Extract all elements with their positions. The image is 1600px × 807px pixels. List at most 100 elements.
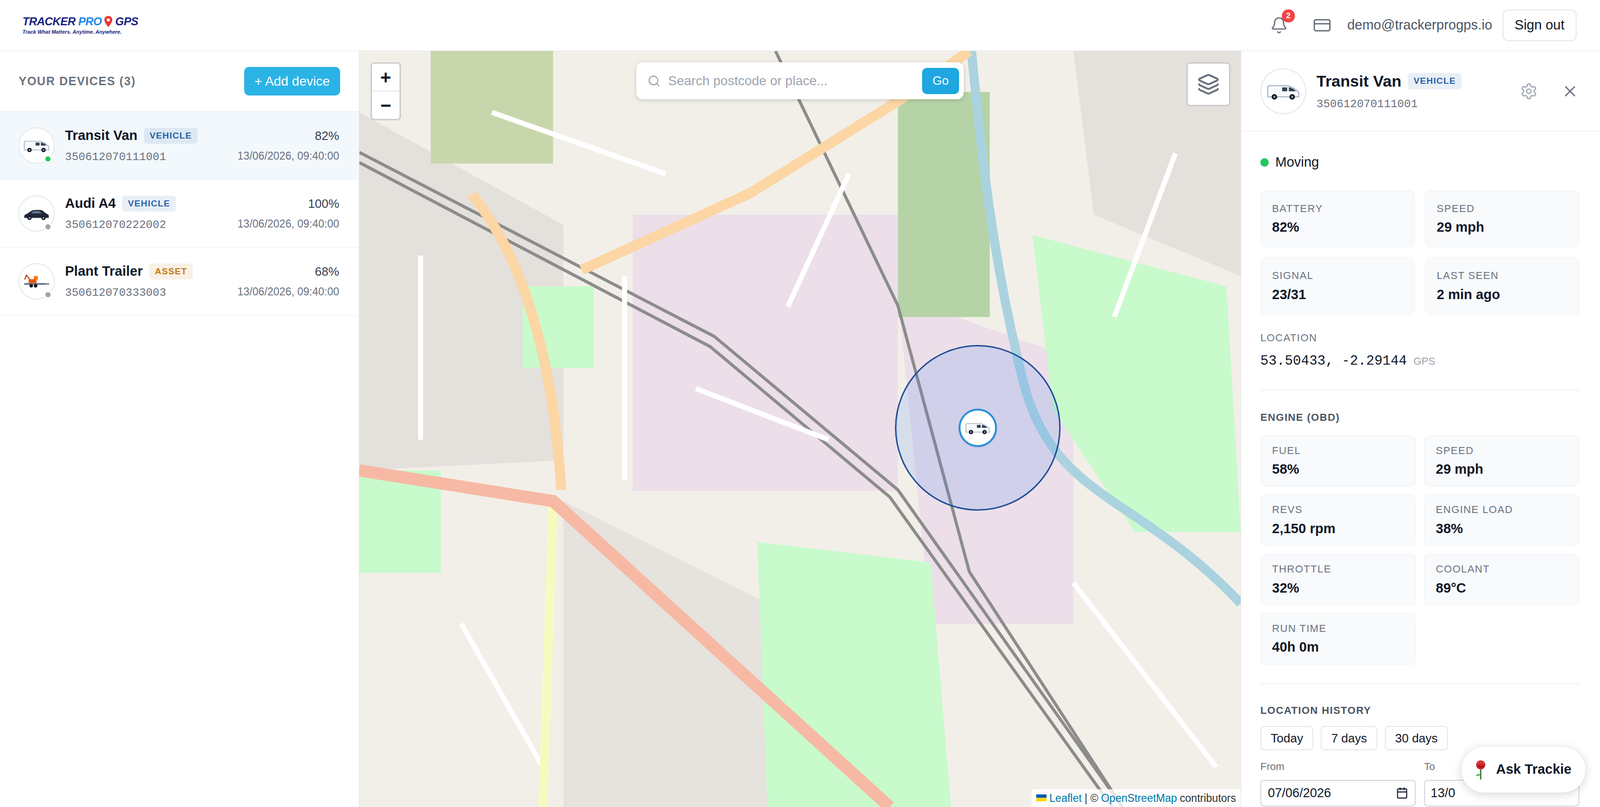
engine-title: ENGINE (OBD) xyxy=(1260,410,1580,424)
search-icon xyxy=(647,74,661,88)
trailer-icon xyxy=(22,271,51,291)
car-icon xyxy=(22,203,51,223)
device-row[interactable]: Plant TrailerASSET35061207033300368%13/0… xyxy=(0,247,359,316)
stat-label: BATTERY xyxy=(1272,202,1404,216)
settings-button[interactable] xyxy=(1515,78,1542,105)
search-go-button[interactable]: Go xyxy=(922,67,960,95)
close-button[interactable] xyxy=(1556,78,1584,105)
range-button[interactable]: 7 days xyxy=(1320,725,1378,750)
device-imei: 350612070222002 xyxy=(65,216,228,234)
vehicle-marker[interactable] xyxy=(958,408,997,447)
billing-button[interactable] xyxy=(1309,12,1336,39)
stat-label: THROTTLE xyxy=(1272,562,1404,576)
range-button[interactable]: Today xyxy=(1260,725,1314,750)
add-device-button[interactable]: + Add device xyxy=(244,66,341,96)
device-battery: 82% xyxy=(237,126,340,146)
rose-icon xyxy=(1472,758,1489,780)
device-status: Moving xyxy=(1260,152,1580,173)
sign-out-button[interactable]: Sign out xyxy=(1502,9,1577,42)
zoom-in-button[interactable]: + xyxy=(371,63,400,92)
device-name: Transit Van xyxy=(1316,69,1402,94)
osm-link[interactable]: OpenStreetMap xyxy=(1100,789,1177,807)
stat-value: 2 min ago xyxy=(1436,285,1568,303)
stat-card: THROTTLE 32% xyxy=(1260,553,1416,605)
logo[interactable]: TRACKERPROGPSTrack What Matters. Anytime… xyxy=(22,15,139,35)
notifications-button[interactable]: 2 xyxy=(1265,12,1293,39)
stat-label: RUN TIME xyxy=(1272,621,1404,635)
van-icon xyxy=(22,136,51,155)
device-avatar xyxy=(1260,68,1307,115)
device-row[interactable]: Transit VanVEHICLE35061207011100182%13/0… xyxy=(0,111,359,180)
device-battery: 100% xyxy=(237,194,340,213)
stat-card: COOLANT89°C xyxy=(1424,553,1580,605)
from-date-input[interactable]: 07/06/2026 xyxy=(1260,779,1416,807)
stat-card: RUN TIME 40h 0m xyxy=(1260,612,1416,665)
stat-value: 40h 0m xyxy=(1272,638,1404,655)
stat-label: SIGNAL xyxy=(1272,269,1404,283)
layers-icon xyxy=(1197,72,1220,96)
device-avatar xyxy=(18,262,55,300)
stat-value: 23/31 xyxy=(1272,285,1404,303)
calendar-icon xyxy=(1396,786,1409,799)
device-imei: 350612070333003 xyxy=(65,284,228,302)
stat-label: REVS xyxy=(1272,502,1404,517)
stat-card: ENGINE LOAD 38% xyxy=(1424,494,1580,546)
stat-label: SPEED xyxy=(1436,202,1568,216)
device-name: Audi A4 xyxy=(65,193,116,214)
stat-value: 2,150 rpm xyxy=(1272,519,1404,537)
stat-label: LAST SEEN xyxy=(1436,269,1568,283)
zoom-out-button[interactable]: − xyxy=(371,91,400,119)
location-label: LOCATION xyxy=(1260,331,1580,345)
layers-button[interactable] xyxy=(1186,62,1231,107)
map-search: Search postcode or place... Go xyxy=(636,62,964,100)
divider xyxy=(1260,389,1580,391)
flag-icon xyxy=(1036,793,1047,801)
stat-card: SPEED 29 mph xyxy=(1425,190,1580,248)
search-input[interactable]: Search postcode or place... xyxy=(668,71,915,91)
stat-card: LAST SEEN 2 min ago xyxy=(1425,257,1580,315)
devices-title: YOUR DEVICES (3) xyxy=(18,72,136,91)
divider xyxy=(1260,683,1580,684)
device-name: Plant Trailer xyxy=(65,261,143,282)
device-sidebar: YOUR DEVICES (3) + Add device Transit VanV… xyxy=(0,50,360,807)
status-dot xyxy=(43,154,52,163)
leaflet-link[interactable]: Leaflet xyxy=(1049,789,1082,807)
history-title: LOCATION HISTORY xyxy=(1260,703,1580,717)
device-row[interactable]: Audi A4 VEHICLE 350612070222002 100% 13/06/2… xyxy=(0,179,359,248)
stat-value: 38% xyxy=(1435,519,1568,537)
stat-value: 29 mph xyxy=(1436,218,1568,236)
stat-card: BATTERY 82% xyxy=(1260,190,1415,248)
stat-value: 29 mph xyxy=(1435,460,1568,478)
card-icon xyxy=(1312,15,1332,35)
stat-value: 58% xyxy=(1272,460,1404,478)
device-last-update: 13/06/2026, 09:40:00 xyxy=(237,215,340,233)
map-tiles[interactable] xyxy=(359,50,1241,807)
device-imei: 350612070111001 xyxy=(1316,95,1506,113)
map[interactable]: +− Search postcode or place... Go Leaflet| … xyxy=(359,50,1241,807)
stats-grid: BATTERY 82% SPEED 29 mph SIGNAL 23/31 LAST SEE… xyxy=(1260,190,1580,315)
notification-badge: 2 xyxy=(1281,9,1295,23)
stat-card: SPEED29 mph xyxy=(1424,435,1580,487)
ask-assistant-button[interactable]: Ask Trackie xyxy=(1461,745,1586,793)
close-icon xyxy=(1561,82,1579,101)
device-avatar xyxy=(18,127,55,164)
van-icon xyxy=(1265,79,1302,103)
gear-icon xyxy=(1520,82,1538,101)
zoom-control: +− xyxy=(370,62,401,121)
stat-card: SIGNAL 23/31 xyxy=(1260,257,1415,315)
user-email: demo@trackerprogps.io xyxy=(1347,14,1493,36)
stat-label: ENGINE LOAD xyxy=(1435,502,1568,517)
status-dot xyxy=(43,222,52,231)
device-type-badge: VEHICLE xyxy=(1407,72,1462,90)
status-dot xyxy=(1260,158,1269,167)
stat-value: 82% xyxy=(1272,218,1404,236)
stat-value: 32% xyxy=(1272,579,1404,597)
device-type-badge: VEHICLE xyxy=(122,195,176,212)
stat-value: 89°C xyxy=(1435,579,1568,597)
app: TRACKERPROGPSTrack What Matters. Anytime… xyxy=(0,0,1600,807)
map-attribution: Leaflet| ©OpenStreetMapcontributors xyxy=(1031,788,1241,807)
range-button[interactable]: 30 days xyxy=(1384,725,1448,750)
location-coords: 53.50433, -2.29144GPS xyxy=(1260,350,1580,372)
pin-icon xyxy=(104,15,113,28)
status-dot xyxy=(43,290,52,299)
